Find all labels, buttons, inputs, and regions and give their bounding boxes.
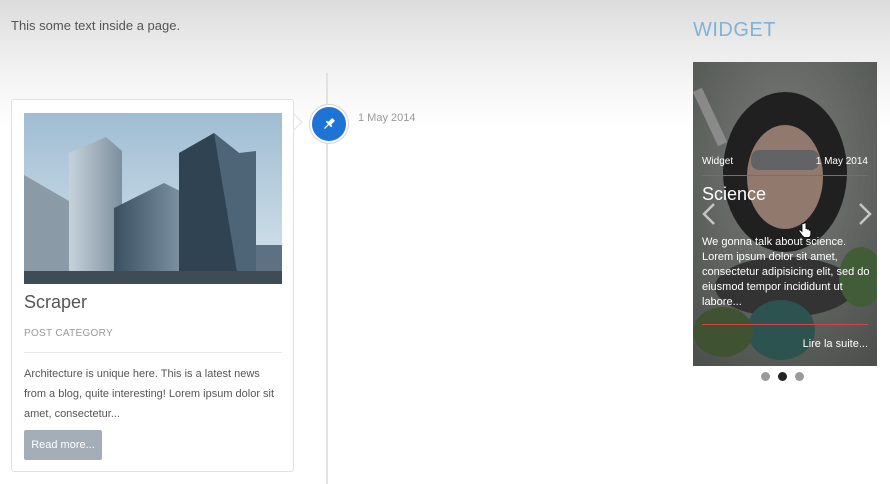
timeline-date: 1 May 2014 xyxy=(358,112,416,124)
hand-cursor-icon xyxy=(798,222,812,238)
card-divider xyxy=(24,352,282,353)
pushpin-icon xyxy=(324,118,335,129)
post-category[interactable]: POST CATEGORY xyxy=(24,328,113,339)
widget-title: WIDGET xyxy=(693,19,776,41)
post-title[interactable]: Scraper xyxy=(24,292,87,313)
slider-dot[interactable] xyxy=(795,372,804,381)
slider-dot-active[interactable] xyxy=(778,372,787,381)
slider-pagination xyxy=(761,372,804,381)
post-excerpt: Architecture is unique here. This is a l… xyxy=(24,368,275,420)
intro-text: This some text inside a page. xyxy=(11,18,181,33)
slide-date: 1 May 2014 xyxy=(815,156,868,167)
post-card: Scraper POST CATEGORY Architecture is un… xyxy=(11,99,294,472)
post-image[interactable] xyxy=(24,113,282,284)
slide-read-more-link[interactable]: Lire la suite... xyxy=(803,338,868,350)
slide-rule-bottom xyxy=(702,324,868,325)
slide-category: Widget xyxy=(702,156,734,167)
chevron-right-icon[interactable] xyxy=(857,202,873,226)
chevron-left-icon[interactable] xyxy=(701,202,717,226)
slide-body: We gonna talk about science. Lorem ipsum… xyxy=(702,236,870,308)
read-more-button[interactable]: Read more... xyxy=(24,430,102,460)
slide-rule-top xyxy=(702,175,868,176)
timeline-pin xyxy=(310,105,348,143)
slide-overlay xyxy=(693,62,877,366)
widget-slider[interactable]: Widget 1 May 2014 Science We gonna talk … xyxy=(693,62,877,366)
slider-dot[interactable] xyxy=(761,372,770,381)
